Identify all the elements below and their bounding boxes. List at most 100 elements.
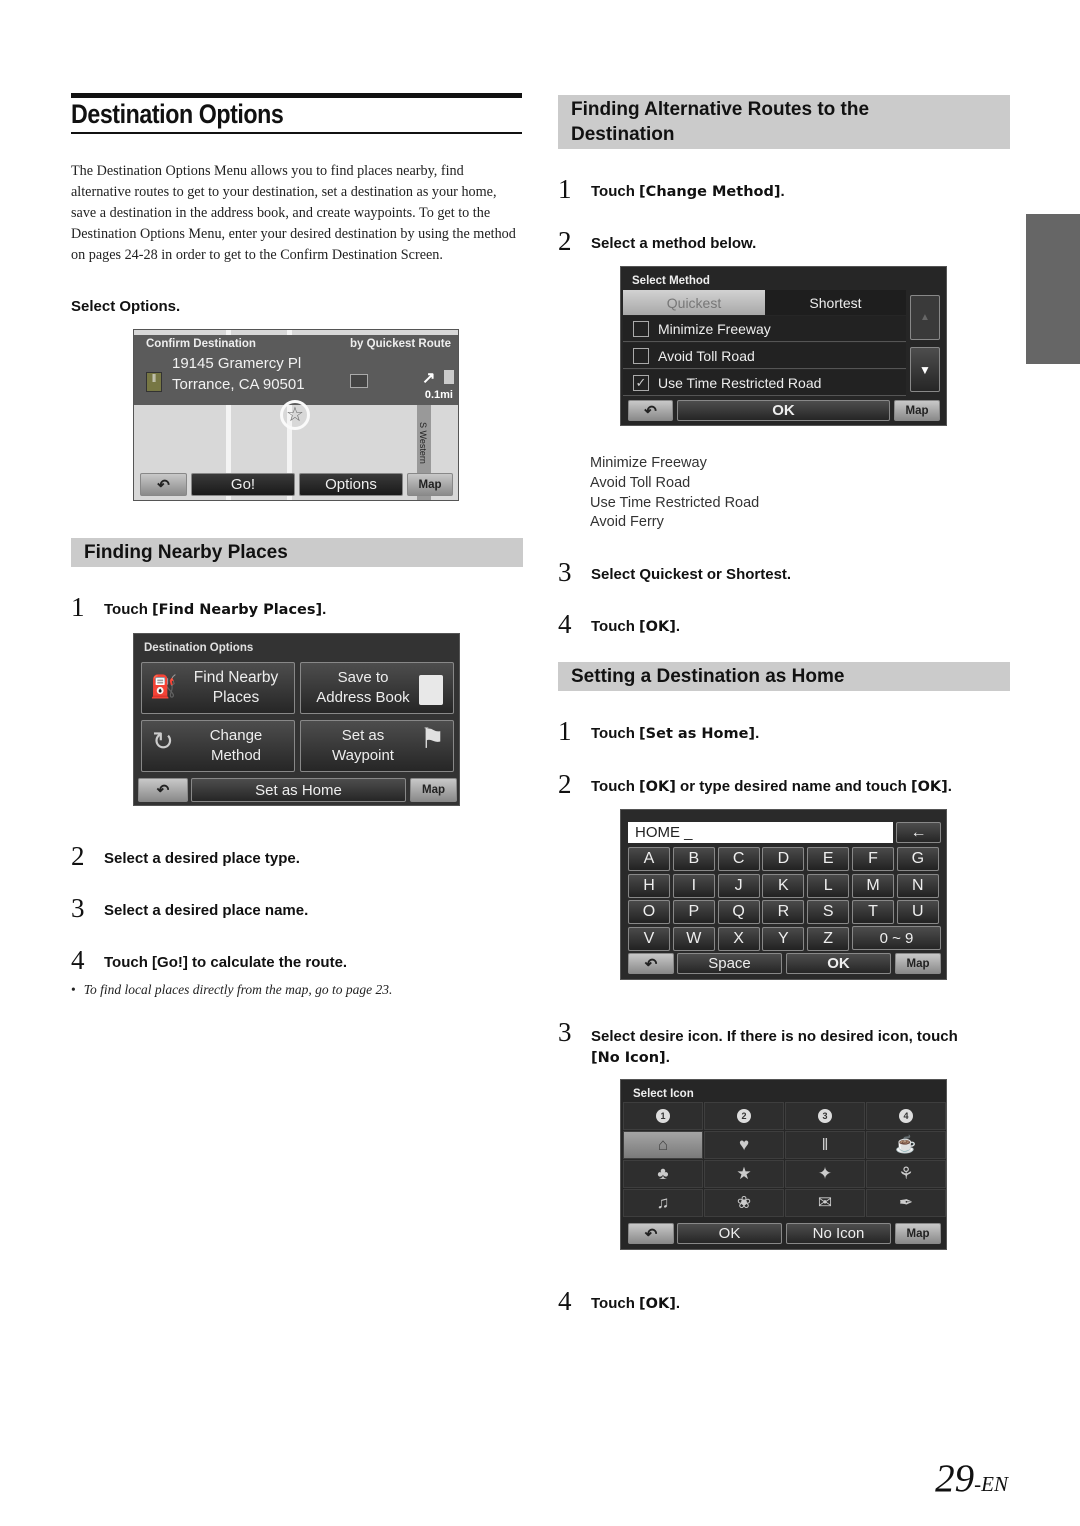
key-o[interactable]: O — [628, 900, 670, 924]
checkbox-unchecked[interactable] — [633, 347, 649, 364]
home-icon: ⌂ — [657, 1135, 669, 1154]
page-title: Destination Options — [71, 99, 284, 129]
arrow-down-icon: ▼ — [919, 362, 931, 377]
key-m[interactable]: M — [852, 873, 894, 898]
save-to-address-book-button[interactable]: Save to Address Book — [300, 662, 454, 714]
backspace-button[interactable]: ← — [896, 822, 941, 843]
no-icon-button[interactable]: No Icon — [786, 1223, 891, 1244]
numeric-key[interactable]: 0 ~ 9 — [852, 926, 941, 950]
pushpin-icon: ✦ — [817, 1164, 833, 1183]
options-button[interactable]: Options — [299, 473, 403, 496]
tab-quickest[interactable]: Quickest — [623, 290, 765, 315]
icon-option[interactable]: ✦ — [785, 1160, 865, 1188]
key-i[interactable]: I — [672, 873, 715, 898]
checkbox-checked[interactable]: ✓ — [633, 374, 649, 391]
ok-button[interactable]: OK — [677, 400, 890, 421]
key-b[interactable]: B — [672, 847, 715, 871]
icon-option[interactable]: ‖ — [785, 1131, 865, 1159]
step-text: Select a desired place name. — [104, 902, 309, 919]
key-d[interactable]: D — [762, 847, 805, 871]
ok-button[interactable]: OK — [786, 953, 891, 974]
find-nearby-places-button[interactable]: ⛽ Find Nearby Places — [141, 662, 295, 714]
key-r[interactable]: R — [762, 900, 805, 924]
key-n[interactable]: N — [896, 873, 939, 898]
key-w[interactable]: W — [672, 926, 715, 951]
select-method-screen: Select Method Quickest Shortest Minimize… — [620, 266, 947, 426]
set-as-waypoint-button[interactable]: Set as Waypoint ⚑ — [300, 720, 454, 772]
key-a[interactable]: A — [628, 847, 670, 871]
icon-option[interactable]: ✉ — [785, 1189, 865, 1217]
back-button[interactable]: ↶ — [140, 473, 187, 496]
keyboard-screen: HOME _ ← ABCDEFG HIJKLMN OPQRSTU VWXYZ 0 ~ … — [620, 809, 947, 980]
key-v[interactable]: V — [628, 926, 670, 951]
hotel-poi-icon — [350, 374, 368, 388]
step-number: 2 — [558, 769, 572, 799]
scroll-up-button[interactable]: ▲ — [910, 295, 940, 340]
checkbox-unchecked[interactable] — [633, 320, 649, 337]
tab-shortest[interactable]: Shortest — [765, 290, 906, 315]
back-arrow-icon: ↶ — [644, 402, 657, 420]
step-number: 1 — [71, 592, 85, 622]
back-button[interactable]: ↶ — [628, 1223, 674, 1244]
back-arrow-icon: ↶ — [644, 955, 658, 973]
icon-option[interactable]: 2 — [704, 1102, 784, 1130]
icon-option[interactable]: ⚘ — [866, 1160, 946, 1188]
option-use-time-restricted-road[interactable]: ✓ Use Time Restricted Road — [623, 370, 906, 396]
change-method-button[interactable]: ↻ Change Method — [141, 720, 295, 772]
set-as-home-button[interactable]: Set as Home — [191, 778, 406, 802]
icon-option[interactable]: 1 — [623, 1102, 703, 1130]
screen-header: Confirm Destination — [146, 338, 256, 350]
icon-option[interactable]: ♥ — [704, 1131, 784, 1159]
map-button[interactable]: Map — [407, 473, 453, 496]
option-minimize-freeway[interactable]: Minimize Freeway — [623, 316, 906, 342]
back-button[interactable]: ↶ — [138, 778, 188, 802]
key-q[interactable]: Q — [717, 900, 760, 924]
map-button[interactable]: Map — [895, 953, 941, 974]
map-button[interactable]: Map — [894, 400, 940, 421]
confirm-destination-screen: S Western Confirm Destination by Quickes… — [133, 329, 459, 501]
icon-option[interactable]: 4 — [866, 1102, 946, 1130]
key-s[interactable]: S — [807, 900, 850, 924]
key-k[interactable]: K — [762, 873, 805, 898]
key-f[interactable]: F — [852, 847, 894, 871]
key-z[interactable]: Z — [807, 926, 850, 951]
key-u[interactable]: U — [896, 900, 939, 924]
key-p[interactable]: P — [672, 900, 715, 924]
pin-3-icon: 3 — [818, 1109, 832, 1123]
option-avoid-toll-road[interactable]: Avoid Toll Road — [623, 343, 906, 369]
back-button[interactable]: ↶ — [628, 953, 674, 974]
icon-option[interactable]: ❀ — [704, 1189, 784, 1217]
step-number: 3 — [558, 1017, 572, 1047]
space-button[interactable]: Space — [677, 953, 782, 974]
map-button[interactable]: Map — [895, 1223, 941, 1244]
section-heading-alt-routes: Finding Alternative Routes to the Destin… — [558, 95, 1010, 149]
key-t[interactable]: T — [852, 900, 894, 924]
name-input[interactable]: HOME _ — [628, 822, 893, 843]
key-x[interactable]: X — [717, 926, 760, 951]
icon-option[interactable]: ✒ — [866, 1189, 946, 1217]
key-j[interactable]: J — [717, 873, 760, 898]
icon-option[interactable]: ♣ — [623, 1160, 703, 1188]
step-text: Touch [Set as Home]. — [591, 725, 760, 742]
bullet-icon: • — [71, 982, 76, 997]
key-c[interactable]: C — [717, 847, 760, 871]
key-e[interactable]: E — [807, 847, 850, 871]
map-button[interactable]: Map — [410, 778, 457, 802]
destination-info-panel: Confirm Destination by Quickest Route 19… — [134, 335, 458, 405]
ok-button[interactable]: OK — [677, 1223, 782, 1244]
icon-option[interactable]: ☕ — [866, 1131, 946, 1159]
step-text: Touch [OK] or type desired name and touc… — [591, 778, 952, 795]
go-button[interactable]: Go! — [191, 473, 295, 496]
key-h[interactable]: H — [628, 873, 670, 898]
back-button[interactable]: ↶ — [628, 400, 673, 421]
scroll-down-button[interactable]: ▼ — [910, 347, 940, 392]
icon-option[interactable]: 3 — [785, 1102, 865, 1130]
icon-option[interactable]: ♫ — [623, 1189, 703, 1217]
icon-option[interactable]: ★ — [704, 1160, 784, 1188]
icon-option[interactable]: ⌂ — [623, 1131, 703, 1159]
key-g[interactable]: G — [896, 847, 939, 871]
key-l[interactable]: L — [807, 873, 850, 898]
step-text: Select Quickest or Shortest. — [591, 566, 792, 583]
key-y[interactable]: Y — [762, 926, 805, 951]
cafe-icon: ☕ — [895, 1135, 917, 1154]
